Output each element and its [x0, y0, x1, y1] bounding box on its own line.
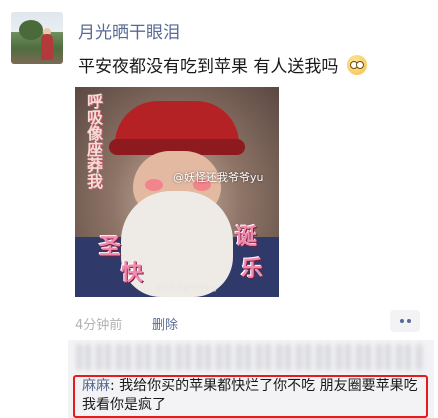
more-dots-icon: [399, 319, 404, 323]
comment-text: 我给你买的苹果都快烂了你不吃 朋友圈要苹果吃 我看你是疯了: [82, 378, 418, 413]
avatar-tree-shape: [19, 20, 43, 40]
avatar-person-body: [41, 34, 53, 60]
comment-section: 麻麻: 我给你买的苹果都快烂了你不吃 朋友圈要苹果吃 我看你是疯了: [68, 340, 434, 418]
image-small-watermark: @妖怪还我爷爷ling: [155, 284, 217, 292]
image-vertical-caption: 呼吸像座莽我: [84, 93, 103, 189]
sticker-word-4: 乐: [241, 257, 264, 282]
comment-author[interactable]: 麻麻: [82, 378, 110, 394]
more-button[interactable]: [390, 310, 420, 332]
sticker-word-2: 快: [121, 261, 144, 286]
post-text-line: 平安夜都没有吃到苹果 有人送我吗: [78, 52, 367, 77]
image-watermark: @妖怪还我爷爷yu: [173, 171, 264, 184]
post-text: 平安夜都没有吃到苹果 有人送我吗: [78, 57, 339, 77]
image-blush-left: [145, 179, 163, 191]
post-image[interactable]: 呼吸像座莽我 @妖怪还我爷爷yu 圣 快 诞 乐 @妖怪还我爷爷ling: [75, 87, 279, 297]
delete-button[interactable]: 删除: [152, 314, 178, 333]
more-dots-icon: [406, 319, 411, 323]
likes-row-blurred: [76, 344, 426, 370]
author-avatar[interactable]: [11, 12, 63, 64]
comment-separator: :: [110, 378, 120, 394]
author-name[interactable]: 月光晒干眼泪: [78, 18, 180, 43]
sticker-word-3: 诞: [235, 225, 258, 250]
post-timestamp: 4分钟前: [75, 318, 123, 333]
comment-item[interactable]: 麻麻: 我给你买的苹果都快烂了你不吃 朋友圈要苹果吃 我看你是疯了: [82, 377, 428, 415]
sticker-word-1: 圣: [99, 235, 122, 260]
blushing-face-emoji-icon: [346, 55, 367, 75]
